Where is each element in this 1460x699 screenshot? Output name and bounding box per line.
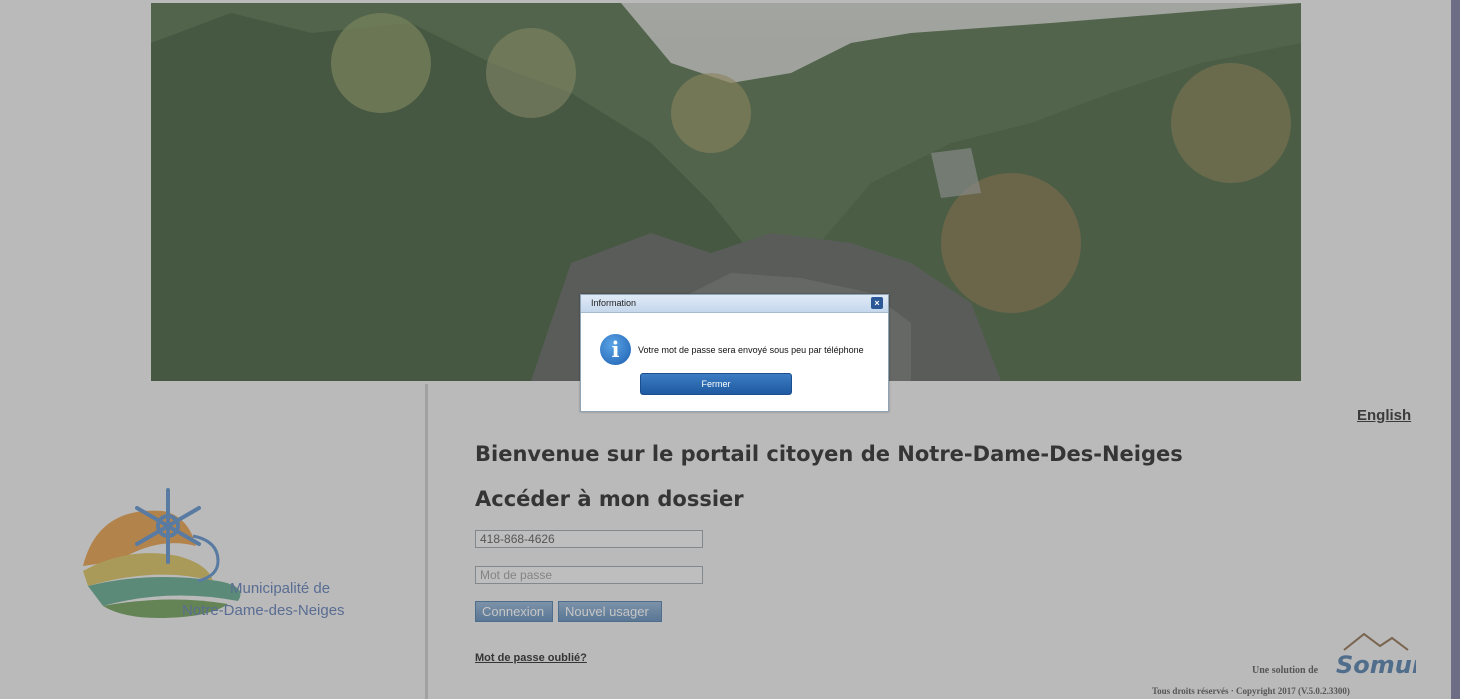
close-icon[interactable]: ×	[871, 297, 883, 309]
information-dialog: Information × i Votre mot de passe sera …	[580, 294, 889, 412]
close-button[interactable]: Fermer	[640, 373, 792, 395]
info-icon: i	[600, 334, 631, 365]
right-border	[1451, 0, 1460, 699]
dialog-title: Information	[591, 298, 637, 308]
dialog-message: Votre mot de passe sera envoyé sous peu …	[638, 345, 864, 355]
dialog-title-bar: Information ×	[581, 295, 888, 313]
